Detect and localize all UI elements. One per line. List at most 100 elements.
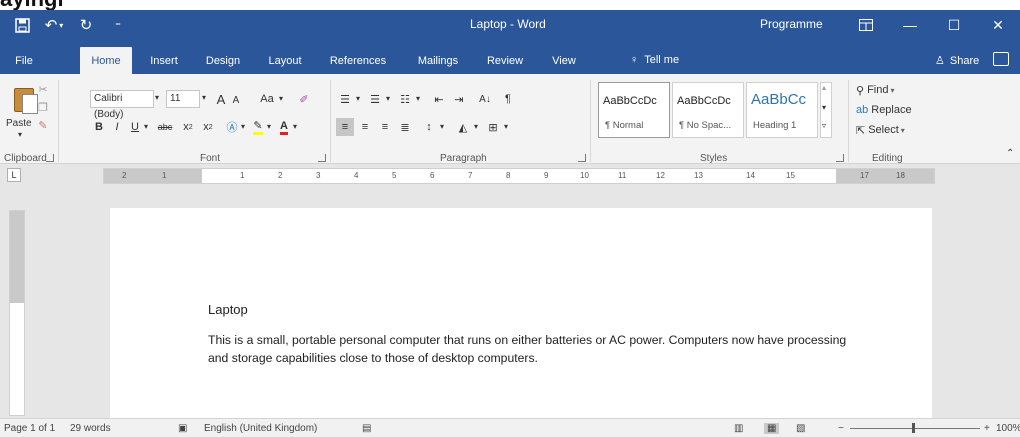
share-button[interactable]: ♙ Share [935,54,979,68]
maximize-icon[interactable]: ☐ [932,10,976,40]
zoom-slider[interactable] [850,428,980,429]
bullets-icon[interactable]: ☰ [336,90,354,108]
superscript-button[interactable]: x2 [200,118,216,136]
minimize-icon[interactable]: — [888,10,932,40]
numbering-dropdown-icon[interactable]: ▾ [386,94,390,103]
subscript-button[interactable]: x2 [180,118,196,136]
tell-me-box[interactable]: ♀ Tell me [630,54,679,66]
font-size-dropdown-icon[interactable]: ▾ [202,93,206,102]
shading-icon[interactable]: ◭ [454,118,472,136]
underline-dropdown-icon[interactable]: ▾ [144,122,148,131]
font-color-dropdown-icon[interactable]: ▾ [293,122,297,131]
read-mode-icon[interactable]: ▥ [734,423,743,434]
styles-scroll-down-icon[interactable]: ▾ [822,103,826,112]
tab-view[interactable]: View [545,48,583,74]
tab-layout[interactable]: Layout [262,48,308,74]
font-family-dropdown-icon[interactable]: ▾ [155,93,159,102]
select-button[interactable]: ⇱ Select ▾ [856,122,905,138]
show-formatting-button[interactable]: ¶ [500,90,516,108]
font-launcher-icon[interactable] [318,154,326,162]
proofing-icon[interactable]: ▣ [178,423,187,434]
style-heading-1[interactable]: AaBbCc Heading 1 [746,82,818,138]
find-button[interactable]: ⚲ Find ▾ [856,82,894,98]
change-case-button[interactable]: Aa [256,90,278,108]
zoom-in-icon[interactable]: + [984,423,990,434]
horizontal-ruler[interactable]: 2 1 1 2 3 4 5 6 7 8 9 10 11 12 13 14 15 … [103,168,935,184]
redo-icon[interactable]: ↻ [74,13,98,37]
ribbon-display-options-icon[interactable] [844,10,888,40]
document-page[interactable]: Laptop This is a small, portable persona… [110,208,932,418]
copy-icon[interactable]: ❐ [36,100,50,114]
italic-button[interactable]: I [110,118,124,136]
font-family-select[interactable]: Calibri (Body) [90,90,154,120]
web-layout-icon[interactable]: ▧ [796,423,805,434]
bullets-dropdown-icon[interactable]: ▾ [356,94,360,103]
tab-file[interactable]: File [4,48,44,74]
multilevel-list-icon[interactable]: ☷ [396,90,414,108]
replace-button[interactable]: ab Replace [856,102,912,118]
numbering-icon[interactable]: ☰ [366,90,384,108]
tab-selector-icon[interactable]: L [7,168,21,182]
tab-mailings[interactable]: Mailings [410,48,466,74]
format-painter-icon[interactable]: ✎ [36,118,50,132]
tab-insert[interactable]: Insert [144,48,184,74]
align-right-icon[interactable]: ≡ [376,118,394,136]
shading-dropdown-icon[interactable]: ▾ [474,122,478,131]
collapse-ribbon-icon[interactable]: ⌃ [1006,148,1014,159]
paragraph-launcher-icon[interactable] [578,154,586,162]
tab-home[interactable]: Home [80,47,132,74]
tab-references[interactable]: References [322,48,394,74]
comments-icon[interactable] [993,52,1009,66]
font-color-icon[interactable]: A [276,118,292,136]
justify-icon[interactable]: ≣ [396,118,414,136]
style-normal[interactable]: AaBbCcDc ¶ Normal [598,82,670,138]
document-heading[interactable]: Laptop [208,302,248,317]
multilevel-dropdown-icon[interactable]: ▾ [416,94,420,103]
align-left-icon[interactable]: ≡ [336,118,354,136]
grow-font-button[interactable]: A [214,90,228,108]
borders-icon[interactable]: ⊞ [484,118,502,136]
zoom-slider-thumb[interactable] [912,423,915,433]
clear-formatting-icon[interactable]: ✐ [296,90,312,108]
clipboard-launcher-icon[interactable] [46,154,54,162]
text-effects-dropdown-icon[interactable]: ▾ [241,122,245,131]
bold-button[interactable]: B [92,118,106,136]
close-icon[interactable]: ✕ [976,10,1020,40]
strikethrough-button[interactable]: abc [154,118,176,136]
style-no-spacing[interactable]: AaBbCcDc ¶ No Spac... [672,82,744,138]
styles-scroll-up-icon[interactable]: ▴ [822,83,826,92]
highlight-icon[interactable]: ✎ [250,118,266,136]
change-case-dropdown-icon[interactable]: ▾ [279,94,283,103]
language-indicator[interactable]: English (United Kingdom) [204,423,317,434]
vertical-ruler[interactable] [9,210,25,416]
increase-indent-icon[interactable]: ⇥ [450,90,468,108]
zoom-level[interactable]: 100% [996,423,1020,434]
borders-dropdown-icon[interactable]: ▾ [504,122,508,131]
shrink-font-button[interactable]: A [230,92,242,108]
zoom-out-icon[interactable]: − [838,423,844,434]
macro-record-icon[interactable]: ▤ [362,423,371,434]
word-count[interactable]: 29 words [70,423,111,434]
styles-more-icon[interactable]: ▿ [822,121,826,130]
text-effects-icon[interactable]: Ⓐ [224,118,240,136]
sort-button[interactable]: A↓ [474,90,496,108]
styles-scrollbar[interactable]: ▴ ▾ ▿ [820,82,832,138]
tab-review[interactable]: Review [480,48,530,74]
line-spacing-dropdown-icon[interactable]: ▾ [440,122,444,131]
styles-launcher-icon[interactable] [836,154,844,162]
page-count[interactable]: Page 1 of 1 [4,423,55,434]
cut-icon[interactable]: ✂ [36,82,50,96]
save-icon[interactable] [10,13,34,37]
line-spacing-icon[interactable]: ↕ [420,118,438,136]
font-size-select[interactable]: 11 [166,90,200,108]
print-layout-icon[interactable]: ▦ [764,423,780,434]
document-paragraph[interactable]: This is a small, portable personal compu… [208,331,848,367]
highlight-dropdown-icon[interactable]: ▾ [267,122,271,131]
tab-design[interactable]: Design [200,48,246,74]
decrease-indent-icon[interactable]: ⇤ [430,90,448,108]
undo-icon[interactable]: ↶ ▾ [42,13,66,37]
align-center-icon[interactable]: ≡ [356,118,374,136]
customize-qat-icon[interactable]: ⁼ [106,13,130,37]
ruler-number: 2 [122,171,127,180]
underline-button[interactable]: U [128,118,142,136]
